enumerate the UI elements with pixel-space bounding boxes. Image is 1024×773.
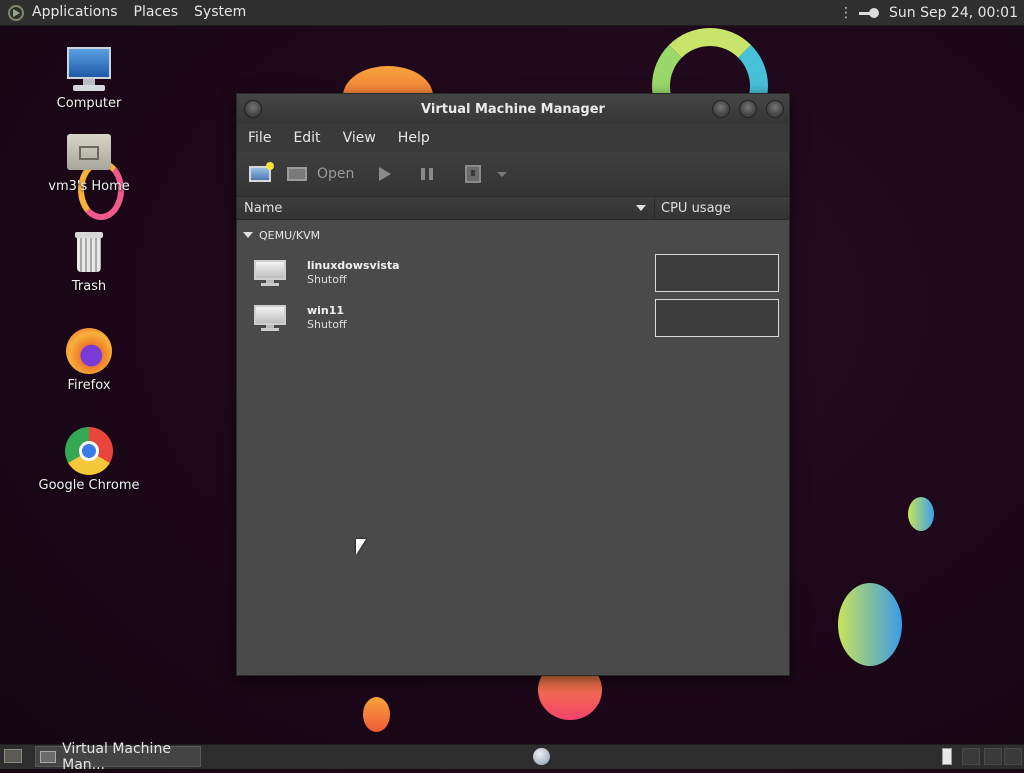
mouse-cursor-icon	[356, 539, 366, 555]
vmm-app-icon	[40, 750, 57, 763]
vm-monitor-icon	[253, 303, 287, 333]
close-button[interactable]	[766, 100, 784, 118]
vm-list: QEMU/KVM linuxdowsvista Shutoff win11 Sh…	[237, 220, 789, 340]
vm-monitor-icon	[253, 258, 287, 288]
firefox-icon	[65, 327, 113, 375]
window-title: Virtual Machine Manager	[421, 101, 605, 117]
desktop-icon-label: vm3's Home	[48, 179, 130, 194]
bottom-panel: Virtual Machine Man...	[0, 741, 1024, 773]
sort-arrow-icon	[636, 205, 646, 211]
vm-row[interactable]: win11 Shutoff	[237, 295, 789, 340]
decor-blob	[838, 583, 902, 666]
power-icon	[465, 165, 482, 183]
pause-icon	[421, 168, 434, 180]
workspace-switcher[interactable]	[962, 748, 980, 765]
desktop-icon-home[interactable]: vm3's Home	[34, 128, 144, 194]
vm-name: linuxdowsvista	[307, 258, 400, 272]
vm-status: Shutoff	[307, 317, 347, 331]
desktop-icon-label: Firefox	[67, 378, 111, 393]
computer-icon	[65, 45, 113, 93]
shutdown-dropdown[interactable]	[494, 159, 510, 189]
show-desktop-icon[interactable]	[4, 749, 22, 763]
desktop-icon-chrome[interactable]: Google Chrome	[34, 427, 144, 493]
run-button[interactable]	[370, 159, 400, 189]
desktop-icon-firefox[interactable]: Firefox	[34, 327, 144, 393]
workspace-switcher[interactable]	[1004, 748, 1022, 765]
open-label: Open	[317, 166, 355, 182]
vm-row[interactable]: linuxdowsvista Shutoff	[237, 250, 789, 295]
window-titlebar[interactable]: Virtual Machine Manager	[237, 94, 789, 124]
cpu-usage-graph	[655, 299, 779, 337]
places-menu[interactable]: Places	[126, 0, 187, 25]
decor-blob	[908, 497, 934, 531]
desktop-icon-label: Computer	[56, 96, 122, 111]
taskbar-vmm-button[interactable]: Virtual Machine Man...	[35, 741, 201, 773]
toolbar: Open	[237, 152, 789, 197]
maximize-button[interactable]	[739, 100, 757, 118]
column-cpu-usage[interactable]: CPU usage	[655, 197, 731, 219]
workspace-switcher-active[interactable]	[942, 748, 952, 765]
desktop-icon-label: Google Chrome	[38, 478, 140, 493]
clock[interactable]: Sun Sep 24, 00:01	[885, 5, 1018, 21]
desktop-icon-label: Trash	[71, 279, 107, 294]
network-globe-icon[interactable]	[533, 748, 550, 765]
column-cpu-label: CPU usage	[661, 200, 731, 216]
shutdown-button[interactable]	[458, 159, 488, 189]
vm-status: Shutoff	[307, 272, 347, 286]
menu-edit[interactable]: Edit	[282, 130, 331, 146]
window-menu-button[interactable]	[244, 100, 262, 118]
menu-help[interactable]: Help	[387, 130, 441, 146]
monitor-icon	[287, 167, 307, 181]
column-header: Name CPU usage	[237, 197, 789, 220]
connection-group[interactable]: QEMU/KVM	[237, 220, 789, 250]
vm-name: win11	[307, 303, 345, 317]
menubar: File Edit View Help	[237, 124, 789, 152]
cpu-usage-graph	[655, 254, 779, 292]
top-panel: Applications Places System ⋮ Sun Sep 24,…	[0, 0, 1024, 26]
system-logo-icon[interactable]	[8, 4, 24, 21]
dropdown-arrow-icon	[497, 171, 508, 177]
column-name[interactable]: Name	[237, 197, 655, 219]
home-folder-icon	[65, 128, 113, 176]
chrome-icon	[65, 427, 113, 475]
workspace-switcher[interactable]	[984, 748, 1002, 765]
vmm-window: Virtual Machine Manager File Edit View H…	[236, 93, 790, 676]
decor-blob	[363, 697, 390, 732]
open-button[interactable]: Open	[281, 159, 354, 189]
play-icon	[379, 167, 392, 181]
keyring-icon[interactable]: ⋮	[839, 5, 853, 21]
key-icon[interactable]	[859, 7, 880, 18]
minimize-button[interactable]	[712, 100, 730, 118]
pause-button[interactable]	[412, 159, 442, 189]
trash-icon	[65, 228, 113, 276]
expander-icon[interactable]	[243, 232, 253, 238]
connection-label: QEMU/KVM	[259, 228, 321, 242]
desktop-icon-trash[interactable]: Trash	[34, 228, 144, 294]
desktop-icon-computer[interactable]: Computer	[34, 45, 144, 111]
new-vm-icon	[249, 162, 274, 182]
system-menu[interactable]: System	[186, 0, 254, 25]
menu-view[interactable]: View	[332, 130, 387, 146]
applications-menu[interactable]: Applications	[24, 0, 126, 25]
menu-file[interactable]: File	[237, 130, 282, 146]
column-name-label: Name	[244, 200, 283, 216]
new-vm-button[interactable]	[245, 159, 275, 189]
